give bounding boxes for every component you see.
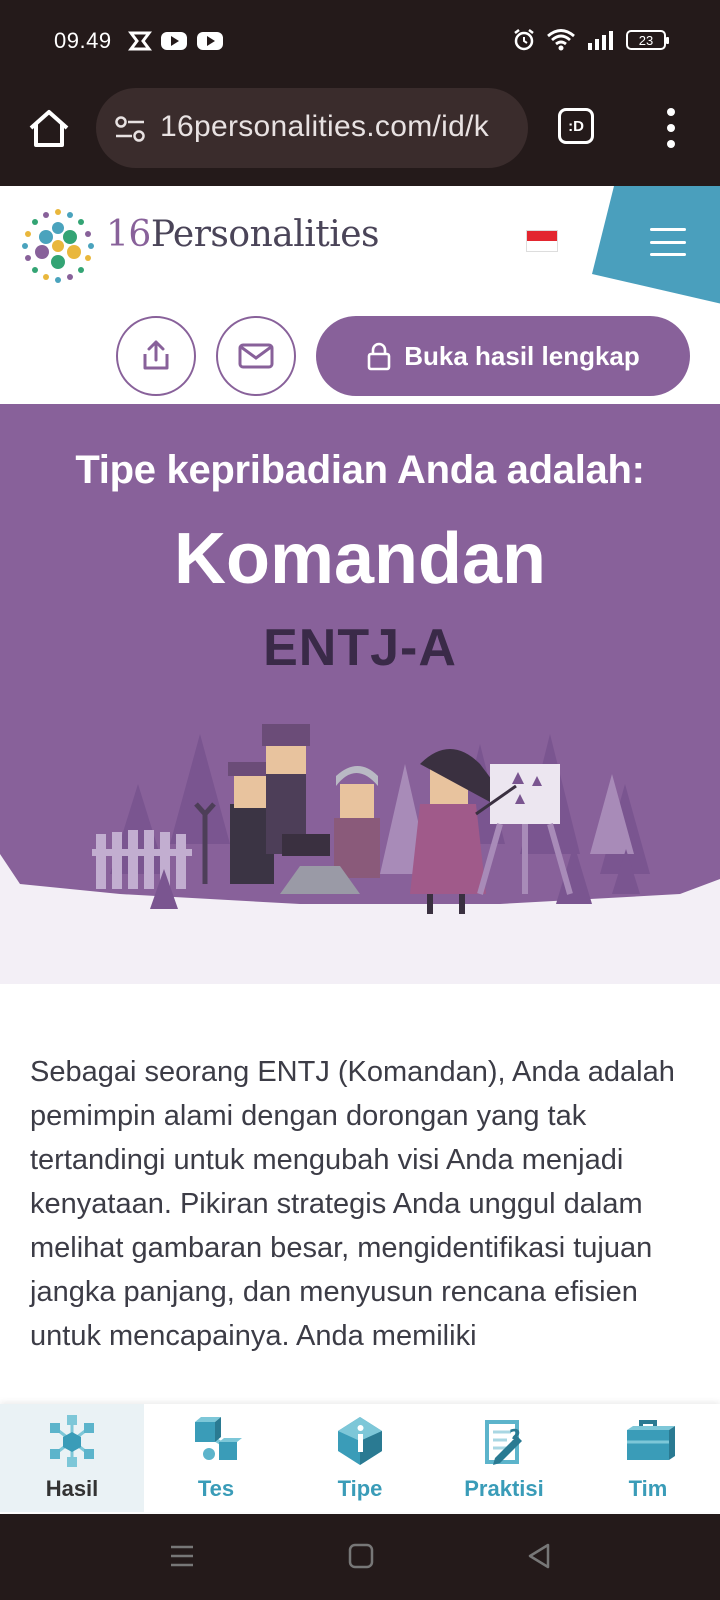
battery-level: 23 [638,32,654,48]
youtube-icon [161,32,187,50]
briefcase-icon [627,1420,675,1460]
logo-name: Personalities [150,214,380,255]
youtube-icon [197,32,223,50]
system-navigation-bar [0,1514,720,1600]
indonesia-flag-icon[interactable] [526,230,558,252]
unlock-label: Buka hasil lengkap [404,340,640,371]
nav-item-tes[interactable]: Tes [144,1404,288,1512]
site-header: 16Personalities [0,186,720,304]
clock: 09.49 [54,28,112,53]
nav-label-tim: Tim [628,1476,668,1501]
home-icon[interactable] [26,106,72,152]
site-logo-text[interactable]: 16Personalities [106,214,380,255]
lock-icon [367,342,391,371]
nav-item-tim[interactable]: Tim [576,1404,720,1512]
clipboard-question-icon: ? [485,1420,522,1465]
back-icon[interactable] [526,1542,552,1570]
wifi-icon [547,29,575,51]
web-page: 16Personalities Buka hasil lengkap Tipe … [0,186,720,1514]
system-icons: 23 [512,28,669,52]
nav-item-praktisi[interactable]: ? Praktisi [432,1404,576,1512]
network-cubes-icon [50,1415,94,1467]
share-icon [143,340,169,370]
status-bar: 09.49 23 [0,0,720,84]
nav-label-hasil: Hasil [45,1476,99,1501]
bottom-navigation: Hasil Tes Tipe ? Praktisi Tim [0,1404,720,1512]
battery-icon: 23 [626,30,669,50]
nav-label-tes: Tes [197,1476,235,1501]
recent-apps-icon[interactable] [168,1542,196,1570]
site-settings-icon[interactable] [114,114,148,144]
notification-icons [128,30,224,52]
browser-menu-icon[interactable] [660,108,682,148]
hero-subtitle: Tipe kepribadian Anda adalah: [75,448,645,492]
commander-illustration [0,724,720,984]
result-actions: Buka hasil lengkap [0,316,720,396]
personality-hero: Tipe kepribadian Anda adalah: Komandan E… [0,404,720,984]
personality-description: Sebagai seorang ENTJ (Komandan), Anda ad… [30,1056,675,1352]
share-button[interactable] [116,316,196,396]
url-text[interactable]: 16personalities.com/id/k [160,110,489,144]
mail-icon [238,343,274,369]
home-nav-icon[interactable] [348,1542,374,1570]
unlock-full-results-button[interactable]: Buka hasil lengkap [316,316,690,396]
connected-cubes-icon [195,1417,242,1460]
nav-label-praktisi: Praktisi [464,1476,544,1501]
nav-item-tipe[interactable]: Tipe [288,1404,432,1512]
personality-name: Komandan [173,519,547,599]
address-bar[interactable]: 16personalities.com/id/k [96,88,528,168]
browser-toolbar: 16personalities.com/id/k :D [0,84,720,186]
hamburger-menu-icon[interactable] [650,228,686,256]
logo-number: 16 [106,214,151,255]
nav-item-hasil[interactable]: Hasil [0,1404,144,1512]
logo-dots-icon[interactable] [18,206,98,286]
alarm-icon [514,29,534,51]
tab-switcher-button[interactable]: :D [558,108,594,144]
nav-label-tipe: Tipe [337,1476,383,1501]
email-button[interactable] [216,316,296,396]
info-gem-icon [338,1417,382,1465]
z-app-icon [128,31,152,51]
personality-code: ENTJ-A [263,619,457,677]
signal-icon [588,31,613,50]
